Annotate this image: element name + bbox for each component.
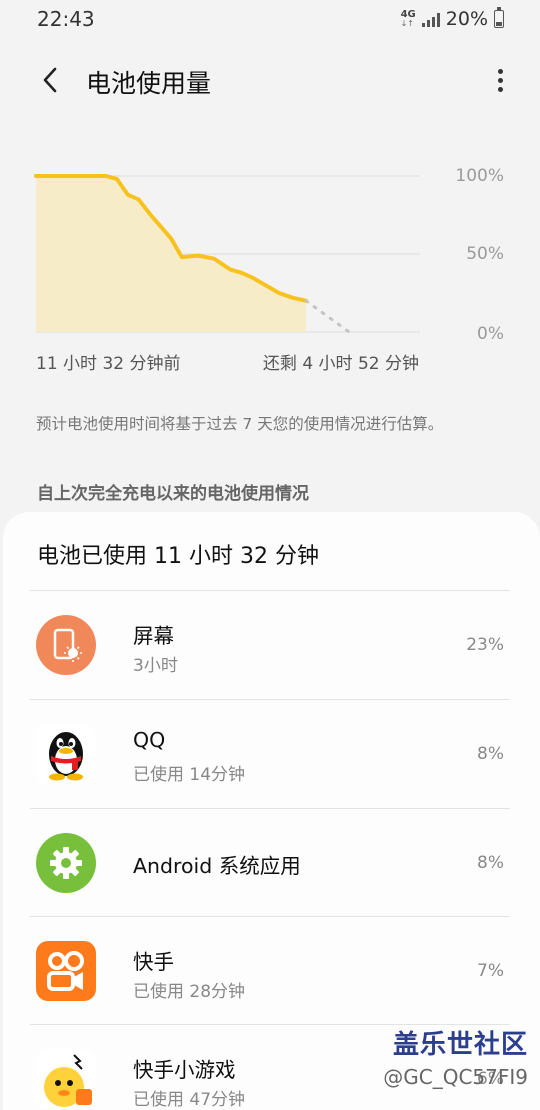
app-percent: 8% bbox=[477, 853, 504, 873]
y-tick-100: 100% bbox=[455, 166, 504, 186]
network-indicator: 4G ↓↑ bbox=[401, 10, 416, 28]
app-percent: 7% bbox=[477, 961, 504, 981]
watermark-brand: 盖乐世社区 bbox=[392, 1030, 528, 1060]
usage-card: 电池已使用 11 小时 32 分钟 屏幕 3小时 23% QQ 已使用 14分钟… bbox=[3, 512, 540, 1110]
estimate-note: 预计电池使用时间将基于过去 7 天您的使用情况进行估算。 bbox=[36, 415, 444, 433]
app-row-screen[interactable]: 屏幕 3小时 23% bbox=[3, 591, 540, 699]
battery-icon bbox=[494, 7, 504, 28]
signal-strength-icon bbox=[421, 11, 440, 27]
app-name: 屏幕 bbox=[133, 624, 174, 648]
app-name: 快手小游戏 bbox=[133, 1058, 236, 1082]
watermark-user: @GC_QC57FI9 bbox=[383, 1065, 528, 1089]
app-percent: 8% bbox=[477, 744, 504, 764]
watermark: 盖乐世社区 @GC_QC57FI9 bbox=[383, 1024, 528, 1089]
app-usage-time: 3小时 bbox=[133, 656, 178, 676]
chevron-left-icon bbox=[43, 67, 57, 93]
app-row-qq[interactable]: QQ 已使用 14分钟 8% bbox=[3, 700, 540, 808]
app-name: QQ bbox=[133, 728, 166, 752]
status-bar: 22:43 4G ↓↑ 20% bbox=[0, 0, 540, 40]
qq-penguin-icon bbox=[36, 724, 96, 784]
kuaishou-icon bbox=[36, 941, 96, 1001]
data-arrows-icon: ↓↑ bbox=[400, 19, 414, 28]
app-usage-time: 已使用 47分钟 bbox=[133, 1090, 246, 1110]
app-bar: 电池使用量 bbox=[0, 52, 540, 108]
x-axis-start-label: 11 小时 32 分钟前 bbox=[36, 354, 181, 374]
back-button[interactable] bbox=[30, 60, 70, 100]
y-tick-50: 50% bbox=[466, 244, 504, 264]
y-tick-0: 0% bbox=[477, 324, 504, 344]
more-vert-icon bbox=[497, 68, 503, 74]
app-usage-time: 已使用 14分钟 bbox=[133, 765, 246, 785]
app-name: Android 系统应用 bbox=[133, 854, 301, 878]
app-row-android-system[interactable]: Android 系统应用 8% bbox=[3, 809, 540, 917]
gear-icon bbox=[36, 833, 96, 893]
x-axis-end-label: 还剩 4 小时 52 分钟 bbox=[262, 354, 419, 374]
battery-forecast-line bbox=[304, 299, 351, 334]
app-percent: 23% bbox=[466, 635, 504, 655]
battery-chart: 100% 50% 0% bbox=[0, 150, 540, 350]
app-usage-time: 已使用 28分钟 bbox=[133, 982, 246, 1002]
status-time: 22:43 bbox=[37, 7, 95, 31]
app-name: 快手 bbox=[133, 950, 174, 974]
usage-card-title: 电池已使用 11 小时 32 分钟 bbox=[37, 544, 319, 569]
page-title: 电池使用量 bbox=[86, 69, 212, 98]
kuaishou-games-icon bbox=[36, 1049, 96, 1109]
section-header: 自上次完全充电以来的电池使用情况 bbox=[37, 484, 309, 504]
status-indicators: 4G ↓↑ 20% bbox=[401, 7, 504, 30]
more-options-button[interactable] bbox=[490, 60, 510, 100]
screen-brightness-icon bbox=[36, 615, 96, 675]
app-row-kuaishou[interactable]: 快手 已使用 28分钟 7% bbox=[3, 917, 540, 1025]
battery-percent: 20% bbox=[445, 8, 488, 30]
